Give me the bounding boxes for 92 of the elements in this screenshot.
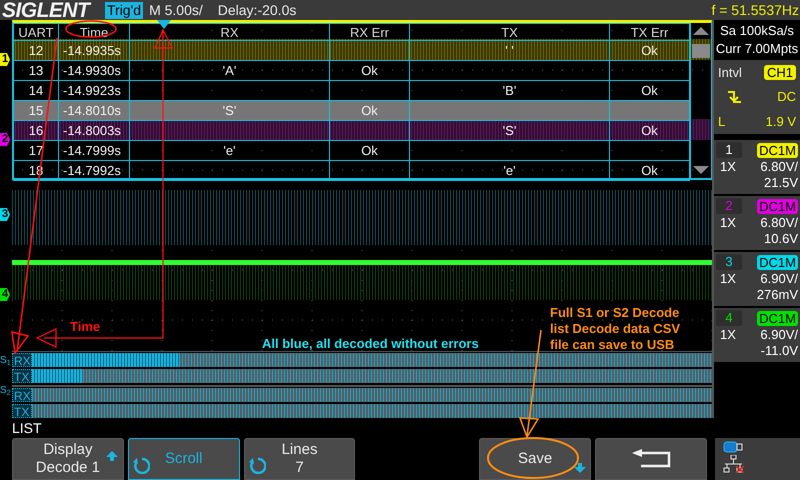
down-arrow-icon xyxy=(574,463,586,473)
table-cell: 'e' xyxy=(503,163,516,178)
table-cell: -14.8010s xyxy=(63,103,121,118)
table-cell: 'e' xyxy=(223,143,236,158)
channel-offset: 21.5V xyxy=(764,175,798,191)
up-arrow-icon xyxy=(106,451,118,461)
channel-number-tab[interactable]: 3 xyxy=(716,254,742,270)
channel-marker: 1 xyxy=(0,53,10,66)
menu-button[interactable]: Save xyxy=(479,438,591,480)
bus-label: S$_{2}$ xyxy=(0,386,11,396)
table-cell: 13 xyxy=(28,63,44,78)
table-cell: Ok xyxy=(641,123,658,138)
table-cell: Ok xyxy=(641,163,658,178)
annotation-text: All blue, all decoded without errors xyxy=(262,336,479,352)
table-cell: -14.7999s xyxy=(63,143,121,158)
channel-offset: -11.0V xyxy=(760,343,798,359)
annotation-text: Full S1 or S2 Decode list Decode data CSV file can save to USB xyxy=(550,305,680,353)
table-cell: 12 xyxy=(28,43,44,58)
sample-rate: Sa 100kSa/s xyxy=(719,22,795,40)
volts-per-division: 6.90V/ xyxy=(760,326,798,343)
table-cell: -14.8003s xyxy=(63,123,121,138)
bus-label: S$_{1}$ xyxy=(0,356,11,366)
channel-marker: 4 xyxy=(0,288,10,301)
usb-drive-icon xyxy=(722,441,743,453)
table-cell: -14.9930s xyxy=(63,63,121,78)
channel-number-tab[interactable]: 4 xyxy=(716,310,742,326)
menu-button[interactable]: Display Decode 1 xyxy=(12,438,124,480)
scroll-thumb[interactable] xyxy=(692,44,710,58)
table-cell: -14.7992s xyxy=(63,163,121,178)
probe-ratio: 1X xyxy=(719,270,736,287)
menu-button[interactable]: Lines 7 xyxy=(244,438,356,480)
brand-logo: SIGLENT xyxy=(1,0,92,20)
channel-offset: 276mV xyxy=(756,287,798,303)
table-cell: -14.9935s xyxy=(63,43,121,58)
table-cell: Ok xyxy=(641,83,658,98)
menu-title: LIST xyxy=(11,419,43,438)
table-cell: 14 xyxy=(28,83,44,98)
table-cell: Ok xyxy=(361,63,378,78)
table-cell: 'B' xyxy=(502,83,516,98)
falling-edge-icon xyxy=(726,90,742,104)
rotate-icon xyxy=(248,456,266,474)
lane-label: RX xyxy=(12,353,32,367)
volts-per-division: 6.80V/ xyxy=(760,214,798,231)
channel-number-tab[interactable]: 1 xyxy=(716,142,742,158)
table-cell: 16 xyxy=(28,123,44,138)
column-header: RX xyxy=(130,24,330,40)
memory-depth: Curr 7.00Mpts xyxy=(714,40,800,58)
column-header: UART xyxy=(14,24,58,40)
volts-per-division: 6.80V/ xyxy=(760,158,798,175)
table-cell: 'A' xyxy=(222,63,236,78)
probe-ratio: 1X xyxy=(719,158,736,175)
probe-ratio: 1X xyxy=(719,326,736,343)
coupling-badge: DC1M xyxy=(757,310,798,326)
table-cell: -14.9923s xyxy=(63,83,121,98)
highlight-ellipse xyxy=(65,20,117,38)
table-cell: ' ' xyxy=(505,43,514,58)
timebase-label: M 5.00s/ xyxy=(149,0,203,20)
rotate-icon xyxy=(132,456,150,474)
table-cell: 15 xyxy=(28,103,44,118)
channel-offset: 10.6V xyxy=(764,231,798,247)
column-header: RX Err xyxy=(330,24,410,40)
table-cell: Ok xyxy=(361,143,378,158)
trigger-coupling: DC xyxy=(777,88,796,106)
volts-per-division: 6.90V/ xyxy=(760,270,798,287)
trigger-type: Intvl xyxy=(718,64,742,82)
lane-label: TX xyxy=(12,404,32,418)
coupling-badge: DC1M xyxy=(757,254,798,270)
menu-button[interactable] xyxy=(595,438,707,480)
table-cell: 'S' xyxy=(222,103,236,118)
trigger-status: Trig'd xyxy=(105,2,144,18)
network-disconnected-icon xyxy=(722,455,745,473)
delay-label: Delay:-20.0s xyxy=(218,0,296,20)
annotation-text: Time xyxy=(70,319,100,335)
coupling-badge: DC1M xyxy=(757,198,798,214)
coupling-badge: DC1M xyxy=(757,142,798,158)
trigger-level-label: L xyxy=(718,112,726,130)
table-cell: Ok xyxy=(641,43,658,58)
frequency-readout: f = 51.5537Hz xyxy=(711,0,800,20)
trigger-source-badge: CH1 xyxy=(764,65,796,80)
table-cell: Ok xyxy=(361,103,378,118)
channel-marker: 3 xyxy=(0,208,10,221)
scroll-down-icon xyxy=(691,165,711,175)
menu-button[interactable]: Scroll xyxy=(128,438,240,480)
lane-label: RX xyxy=(12,388,32,402)
lane-label: TX xyxy=(12,369,32,383)
trigger-level-value: 1.9 V xyxy=(766,112,796,130)
probe-ratio: 1X xyxy=(719,214,736,231)
table-cell: 'S' xyxy=(502,123,516,138)
channel-marker: 2 xyxy=(0,133,10,146)
scroll-up-icon xyxy=(691,26,711,36)
column-header: TX Err xyxy=(610,24,690,40)
column-header: TX xyxy=(410,24,610,40)
